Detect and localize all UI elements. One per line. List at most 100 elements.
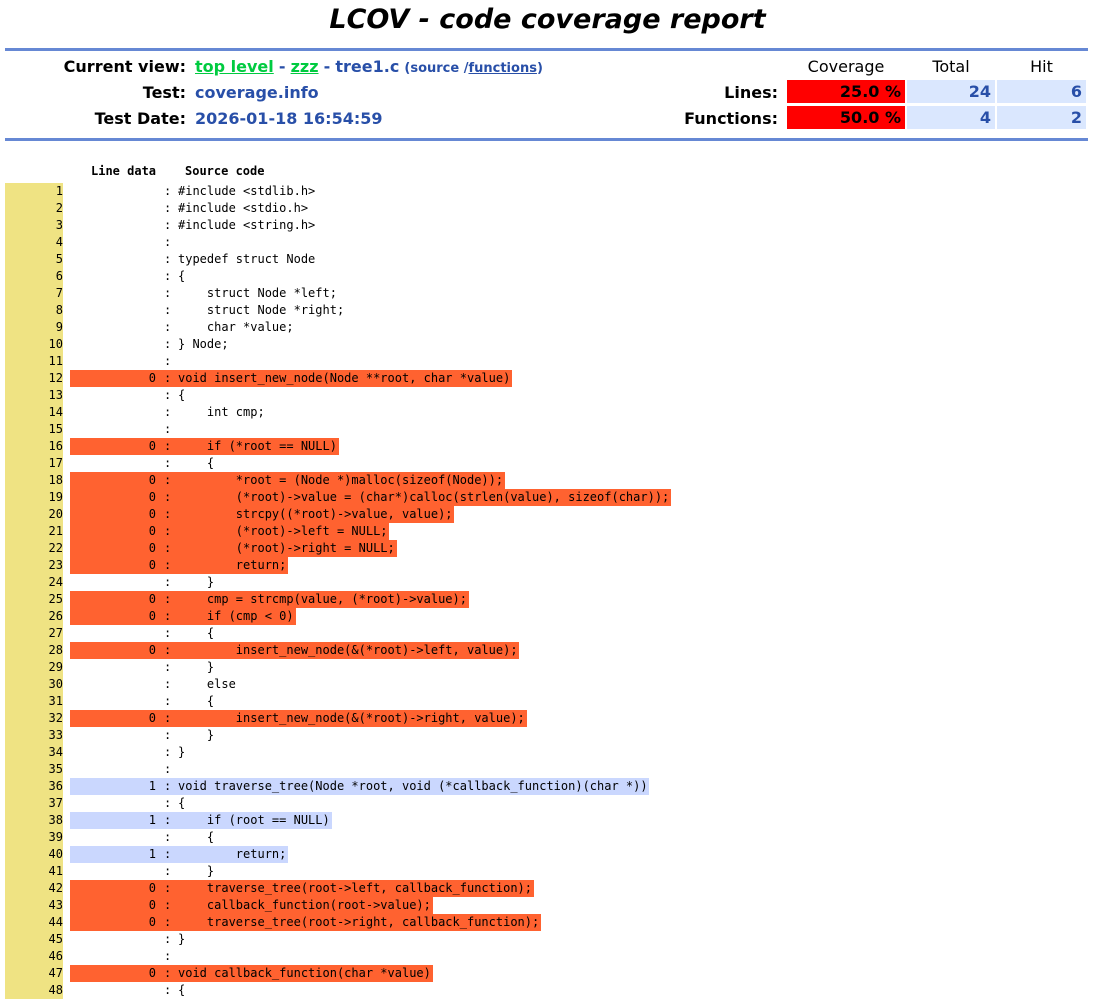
- line-number[interactable]: 3: [5, 217, 63, 234]
- breadcrumb-top-level-link[interactable]: top level: [195, 57, 274, 76]
- line-number-text: 10: [48, 337, 63, 351]
- line-number[interactable]: 22: [5, 540, 63, 557]
- line-number-text: 28: [48, 643, 63, 657]
- line-number-text: 35: [48, 762, 63, 776]
- page-title: LCOV - code coverage report: [329, 4, 766, 35]
- source-code-text: callback_function(root->value);: [178, 898, 431, 912]
- breadcrumb-separator: -: [323, 57, 331, 76]
- line-number[interactable]: 14: [5, 404, 63, 421]
- source-line: 33: }: [5, 727, 1088, 744]
- source-line: 19 0: (*root)->value = (char*)calloc(strl…: [5, 489, 1088, 506]
- line-number-text: 15: [48, 422, 63, 436]
- lines-label: Lines:: [724, 83, 778, 102]
- line-number[interactable]: 11: [5, 353, 63, 370]
- line-number[interactable]: 29: [5, 659, 63, 676]
- line-number-text: 22: [48, 541, 63, 555]
- source-code-text: if (cmp < 0): [178, 609, 294, 623]
- line-number[interactable]: 33: [5, 727, 63, 744]
- line-number[interactable]: 21: [5, 523, 63, 540]
- line-number[interactable]: 27: [5, 625, 63, 642]
- source-line: 26 0: if (cmp < 0): [5, 608, 1088, 625]
- line-number[interactable]: 37: [5, 795, 63, 812]
- line-number[interactable]: 17: [5, 455, 63, 472]
- line-number[interactable]: 12: [5, 370, 63, 387]
- view-mode-source: (source /: [404, 61, 469, 76]
- line-number[interactable]: 46: [5, 948, 63, 965]
- line-number[interactable]: 34: [5, 744, 63, 761]
- line-number-text: 9: [55, 320, 63, 334]
- line-number[interactable]: 35: [5, 761, 63, 778]
- lines-total: 24: [907, 80, 995, 103]
- source-line: 17: {: [5, 455, 1088, 472]
- line-number[interactable]: 36: [5, 778, 63, 795]
- line-separator: :: [164, 218, 172, 232]
- source-code-text: }: [178, 932, 186, 946]
- source-line: 43 0: callback_function(root->value);: [5, 897, 1088, 914]
- line-data-header: Line data: [91, 164, 157, 178]
- line-number-text: 4: [55, 235, 63, 249]
- line-number[interactable]: 48: [5, 982, 63, 999]
- source-line: 28 0: insert_new_node(&(*root)->left, val…: [5, 642, 1088, 659]
- line-number-text: 41: [48, 864, 63, 878]
- line-separator: :: [164, 626, 172, 640]
- line-number[interactable]: 23: [5, 557, 63, 574]
- line-number[interactable]: 26: [5, 608, 63, 625]
- execution-count: 0: [148, 592, 156, 606]
- line-number-text: 18: [48, 473, 63, 487]
- line-number[interactable]: 2: [5, 200, 63, 217]
- line-number[interactable]: 31: [5, 693, 63, 710]
- line-number[interactable]: 30: [5, 676, 63, 693]
- line-number[interactable]: 7: [5, 285, 63, 302]
- line-number[interactable]: 43: [5, 897, 63, 914]
- line-separator: :: [164, 932, 172, 946]
- line-number[interactable]: 38: [5, 812, 63, 829]
- breadcrumb-current-file: tree1.c: [335, 57, 400, 76]
- line-separator: :: [164, 966, 172, 980]
- line-separator: :: [164, 592, 172, 606]
- line-number[interactable]: 40: [5, 846, 63, 863]
- line-number[interactable]: 32: [5, 710, 63, 727]
- line-number[interactable]: 28: [5, 642, 63, 659]
- source-code-text: void insert_new_node(Node **root, char *…: [178, 371, 511, 385]
- header-bottom-rule: [5, 138, 1088, 141]
- source-code-text: cmp = strcmp(value, (*root)->value);: [178, 592, 467, 606]
- line-number-text: 46: [48, 949, 63, 963]
- line-number[interactable]: 16: [5, 438, 63, 455]
- breadcrumb-directory-link[interactable]: zzz: [291, 57, 319, 76]
- line-number[interactable]: 8: [5, 302, 63, 319]
- view-mode-functions-link[interactable]: functions: [468, 61, 536, 76]
- source-code-text: {: [178, 830, 215, 844]
- line-number[interactable]: 47: [5, 965, 63, 982]
- line-number[interactable]: 45: [5, 931, 63, 948]
- line-number[interactable]: 39: [5, 829, 63, 846]
- source-code-text: {: [178, 983, 186, 997]
- line-number-text: 1: [55, 184, 63, 198]
- execution-count: 0: [148, 473, 156, 487]
- execution-count: 0: [148, 711, 156, 725]
- line-number[interactable]: 19: [5, 489, 63, 506]
- line-number[interactable]: 44: [5, 914, 63, 931]
- line-number[interactable]: 6: [5, 268, 63, 285]
- line-number[interactable]: 42: [5, 880, 63, 897]
- line-number[interactable]: 9: [5, 319, 63, 336]
- line-number[interactable]: 13: [5, 387, 63, 404]
- line-number[interactable]: 41: [5, 863, 63, 880]
- line-number-text: 40: [48, 847, 63, 861]
- lines-coverage-percent: 25.0 %: [787, 80, 905, 103]
- line-number[interactable]: 4: [5, 234, 63, 251]
- line-separator: :: [164, 473, 172, 487]
- line-number[interactable]: 15: [5, 421, 63, 438]
- line-number[interactable]: 24: [5, 574, 63, 591]
- source-code-text: char *value;: [178, 320, 294, 334]
- source-line: 14: int cmp;: [5, 404, 1088, 421]
- line-number-text: 26: [48, 609, 63, 623]
- line-number[interactable]: 1: [5, 183, 63, 200]
- line-number[interactable]: 18: [5, 472, 63, 489]
- line-number[interactable]: 10: [5, 336, 63, 353]
- line-number[interactable]: 5: [5, 251, 63, 268]
- execution-count: 0: [148, 541, 156, 555]
- source-code-text: *root = (Node *)malloc(sizeof(Node));: [178, 473, 504, 487]
- source-code-text: int cmp;: [178, 405, 265, 419]
- line-number[interactable]: 25: [5, 591, 63, 608]
- line-number[interactable]: 20: [5, 506, 63, 523]
